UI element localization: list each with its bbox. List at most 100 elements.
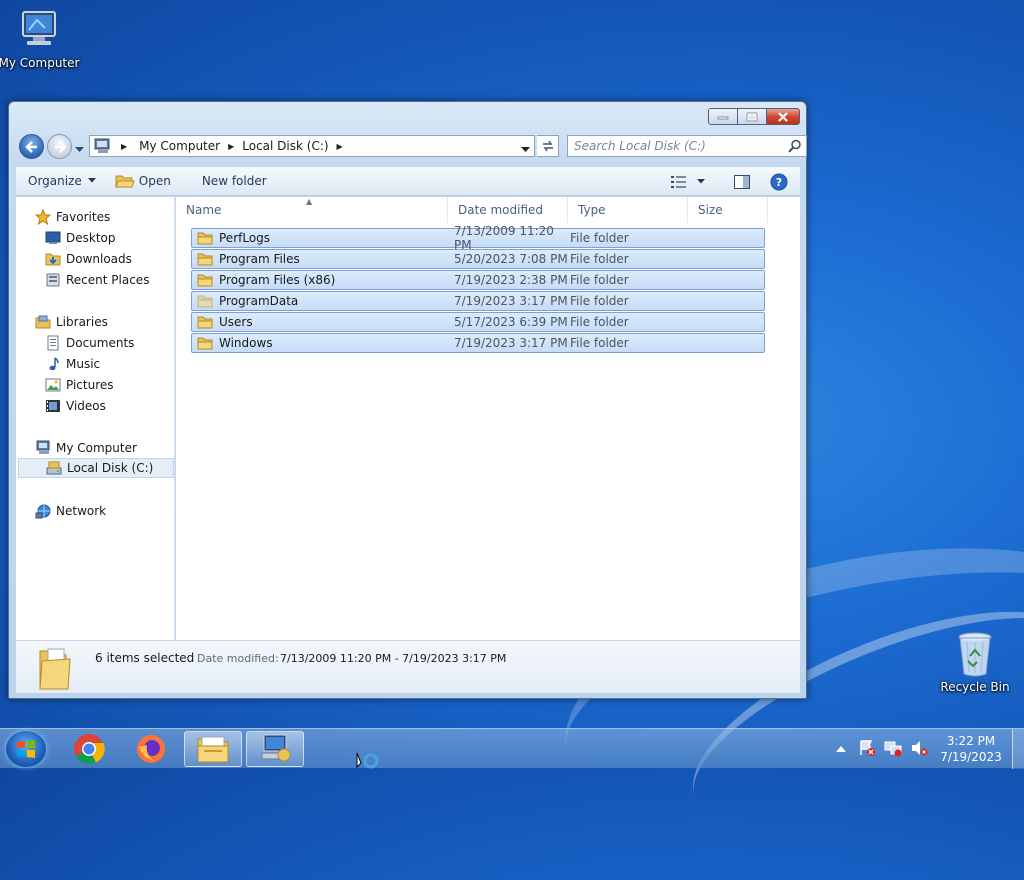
- preview-pane-button[interactable]: [720, 170, 764, 194]
- folder-icon: [197, 315, 213, 329]
- nav-favorites-label: Favorites: [56, 210, 111, 224]
- nav-favorites[interactable]: Favorites: [34, 207, 110, 227]
- column-name[interactable]: Name ▲: [176, 197, 448, 223]
- table-row[interactable]: Users 5/17/2023 6:39 PM File folder: [191, 312, 765, 332]
- taskbar-network-setup[interactable]: [246, 731, 304, 767]
- change-view-button[interactable]: [665, 170, 693, 194]
- caption-buttons: [708, 108, 800, 125]
- nav-recent-places[interactable]: Recent Places: [44, 270, 149, 290]
- taskbar: 3:22 PM 7/19/2023: [0, 728, 1024, 769]
- nav-documents[interactable]: Documents: [44, 333, 134, 353]
- local-disk-icon: [45, 460, 63, 476]
- multiple-folders-icon: [36, 645, 76, 694]
- breadcrumb-separator[interactable]: ▶: [337, 142, 343, 151]
- organize-button[interactable]: Organize: [16, 169, 106, 193]
- documents-icon: [44, 335, 62, 351]
- explorer-window: ▶ My Computer ▶ Local Disk (C:) ▶ Organi…: [8, 101, 807, 699]
- table-row[interactable]: ProgramData 7/19/2023 3:17 PM File folde…: [191, 291, 765, 311]
- table-row[interactable]: Windows 7/19/2023 3:17 PM File folder: [191, 333, 765, 353]
- close-button[interactable]: [766, 108, 800, 125]
- nav-documents-label: Documents: [66, 336, 135, 350]
- address-bar[interactable]: ▶ My Computer ▶ Local Disk (C:) ▶: [89, 135, 535, 157]
- file-name: Program Files (x86): [219, 273, 336, 287]
- details-pane: 6 items selected Date modified: 7/13/200…: [16, 640, 800, 693]
- nav-videos-label: Videos: [66, 399, 106, 413]
- nav-downloads-label: Downloads: [66, 252, 132, 266]
- show-hidden-icons-button[interactable]: [828, 742, 854, 756]
- desktop-icon-recycle-bin[interactable]: Recycle Bin: [932, 630, 1018, 694]
- nav-recent-label: Recent Places: [66, 273, 150, 287]
- nav-desktop[interactable]: Desktop: [44, 228, 116, 248]
- minimize-button[interactable]: [708, 108, 738, 125]
- clock-date: 7/19/2023: [940, 750, 1002, 764]
- nav-music[interactable]: Music: [44, 354, 100, 374]
- column-date-modified[interactable]: Date modified: [448, 197, 568, 223]
- open-folder-icon: [115, 175, 135, 188]
- taskbar-explorer[interactable]: [184, 731, 242, 767]
- nav-local-disk[interactable]: Local Disk (C:): [18, 458, 174, 478]
- network-computer-icon: [261, 734, 291, 762]
- organize-label: Organize: [28, 174, 82, 188]
- back-button[interactable]: [19, 134, 44, 159]
- recent-places-icon: [44, 272, 62, 288]
- table-row[interactable]: Program Files (x86) 7/19/2023 2:38 PM Fi…: [191, 270, 765, 290]
- desktop-icon-my-computer[interactable]: My Computer: [0, 8, 82, 70]
- chrome-icon: [74, 734, 105, 765]
- column-type[interactable]: Type: [568, 197, 688, 223]
- file-type: File folder: [570, 294, 629, 308]
- search-input[interactable]: [572, 136, 782, 156]
- file-date: 7/19/2023 3:17 PM: [454, 336, 568, 350]
- maximize-button[interactable]: [738, 108, 766, 125]
- command-bar: Organize Open New folder ?: [16, 166, 800, 196]
- table-row[interactable]: PerfLogs 7/13/2009 11:20 PM File folder: [191, 224, 765, 252]
- clock-time: 3:22 PM: [946, 734, 996, 748]
- help-button[interactable]: ?: [764, 170, 800, 194]
- arrow-left-icon: [24, 140, 37, 153]
- file-date: 7/19/2023 3:17 PM: [454, 294, 568, 308]
- nav-network[interactable]: Network: [34, 501, 106, 521]
- search-box: [567, 135, 807, 157]
- search-icon[interactable]: [788, 139, 802, 156]
- open-button[interactable]: Open: [106, 169, 180, 193]
- column-size-label: Size: [698, 203, 723, 217]
- recycle-bin-icon: [958, 632, 992, 677]
- explorer-folder-icon: [197, 736, 229, 763]
- breadcrumb-local-disk[interactable]: Local Disk (C:): [242, 139, 328, 153]
- refresh-button[interactable]: [537, 135, 559, 157]
- new-folder-button[interactable]: New folder: [180, 169, 276, 193]
- forward-button[interactable]: [47, 134, 72, 159]
- nav-videos[interactable]: Videos: [44, 396, 106, 416]
- arrow-right-icon: [54, 140, 67, 153]
- taskbar-firefox[interactable]: [122, 731, 180, 767]
- computer-icon: [94, 138, 110, 153]
- volume-muted-icon[interactable]: [906, 739, 936, 760]
- clock[interactable]: 3:22 PM 7/19/2023: [936, 733, 1006, 765]
- start-button[interactable]: [6, 731, 46, 767]
- nav-downloads[interactable]: Downloads: [44, 249, 132, 269]
- nav-pictures[interactable]: Pictures: [44, 375, 114, 395]
- column-size[interactable]: Size: [688, 197, 768, 223]
- table-row[interactable]: Program Files 5/20/2023 7:08 PM File fol…: [191, 249, 765, 269]
- show-desktop-button[interactable]: [1012, 729, 1024, 769]
- firefox-icon: [137, 735, 165, 763]
- breadcrumb-separator: ▶: [121, 141, 128, 151]
- taskbar-chrome[interactable]: [60, 731, 118, 767]
- nav-libraries[interactable]: Libraries: [34, 312, 108, 332]
- view-options-dropdown[interactable]: [693, 170, 720, 194]
- file-name: Users: [219, 315, 253, 329]
- breadcrumb-separator[interactable]: ▶: [228, 142, 234, 151]
- breadcrumb-my-computer[interactable]: My Computer: [139, 139, 220, 153]
- minimize-icon: [717, 116, 729, 119]
- address-history-dropdown[interactable]: [521, 142, 530, 156]
- computer-icon: [34, 440, 52, 456]
- recent-pages-dropdown[interactable]: [75, 142, 84, 156]
- file-type: File folder: [570, 273, 629, 287]
- preview-pane-icon: [734, 175, 750, 189]
- chevron-down-icon: [697, 179, 705, 184]
- action-center-icon[interactable]: [854, 739, 880, 760]
- file-name: Program Files: [219, 252, 300, 266]
- videos-icon: [44, 398, 62, 414]
- file-date: 7/13/2009 11:20 PM: [454, 224, 554, 252]
- nav-my-computer[interactable]: My Computer: [34, 438, 137, 458]
- network-status-icon[interactable]: [880, 739, 906, 760]
